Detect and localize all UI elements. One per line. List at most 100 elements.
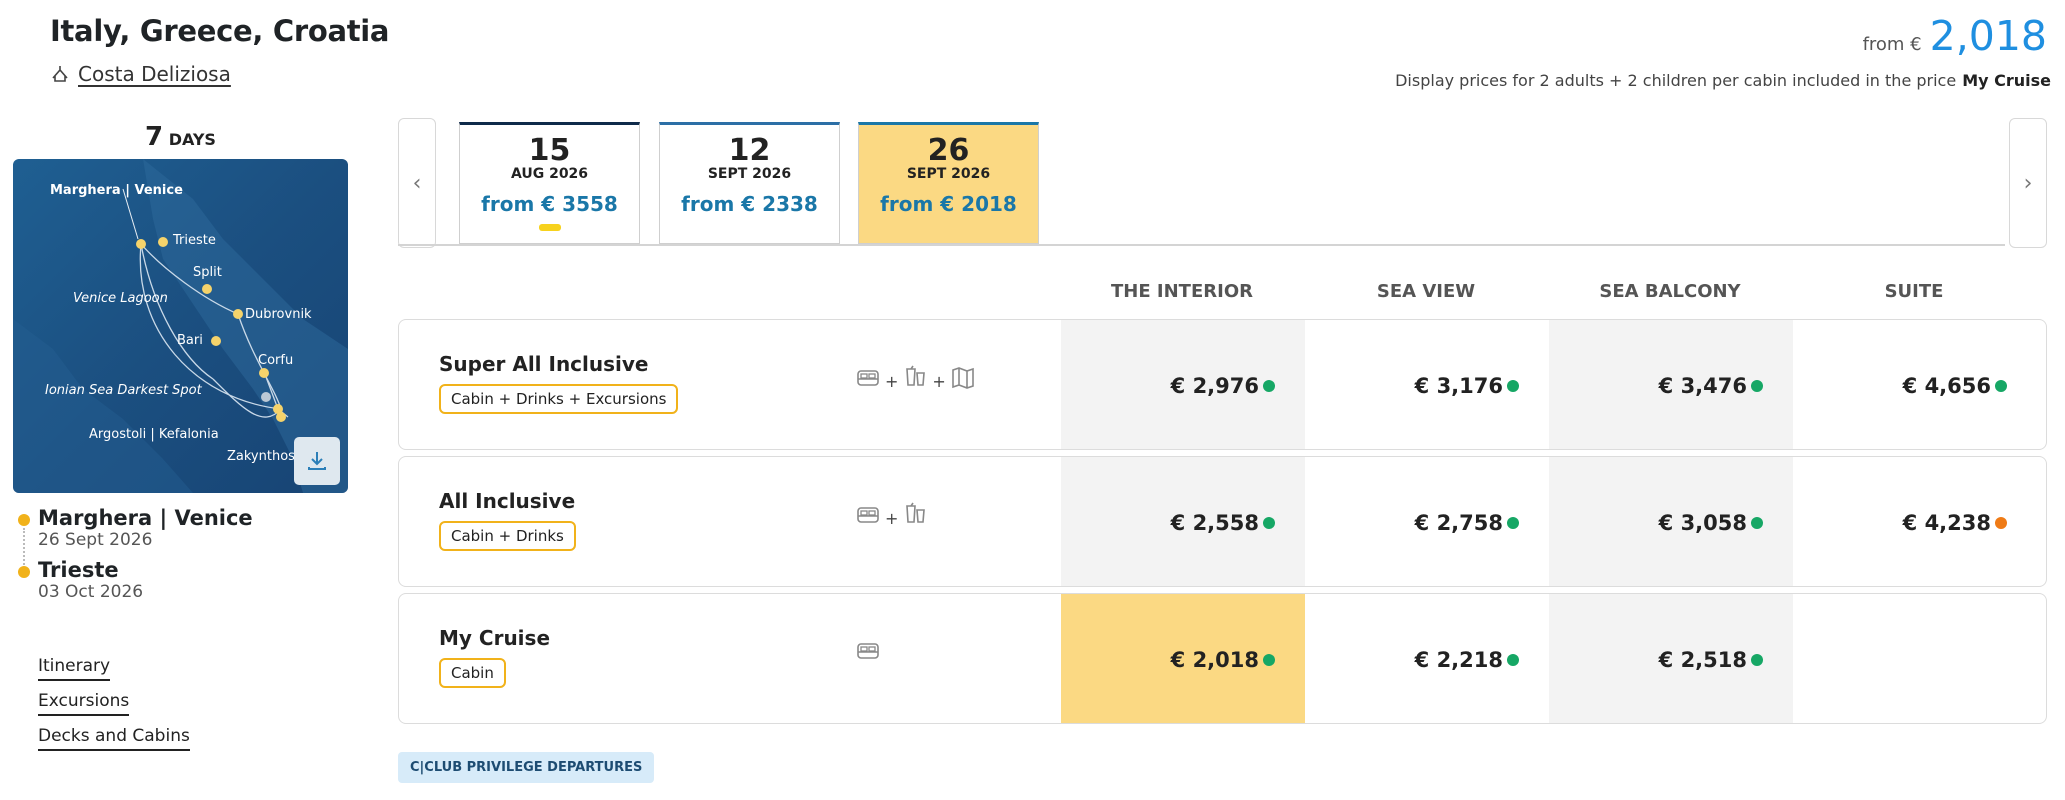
ship-name: Costa Deliziosa	[78, 62, 231, 86]
date-day: 26	[927, 133, 970, 168]
prev-dates-button[interactable]: ‹	[398, 118, 436, 248]
date-price: from € 3558	[481, 192, 618, 216]
map-label-split: Split	[193, 265, 222, 280]
price-value: € 3,476	[1658, 373, 1747, 398]
package-icons: +	[855, 501, 928, 528]
package-name: All Inclusive	[439, 489, 576, 513]
price-value: € 3,176	[1414, 373, 1503, 398]
drinks-icon	[906, 502, 926, 523]
package-tag: Cabin	[439, 658, 506, 688]
drinks-icon	[906, 365, 926, 386]
date-price: from € 2018	[880, 192, 1017, 216]
availability-dot	[1751, 654, 1763, 666]
plus-icon: +	[885, 372, 899, 391]
price-cell[interactable]: € 3,058	[1549, 457, 1793, 586]
price-cell[interactable]: € 2,518	[1549, 594, 1793, 723]
ship-link[interactable]: Costa Deliziosa	[50, 62, 231, 86]
club-indicator	[538, 224, 561, 231]
date-month: SEPT 2026	[707, 166, 792, 182]
price-cell[interactable]: € 2,218	[1305, 594, 1549, 723]
package-row-my-cruise: My Cruise Cabin € 2,018 € 2,218 € 2,518	[398, 593, 2047, 724]
tabs-divider	[398, 244, 2005, 246]
availability-dot-limited	[1995, 517, 2007, 529]
column-sea-view: SEA VIEW	[1376, 281, 1476, 302]
availability-dot	[1263, 380, 1275, 392]
availability-dot	[1751, 380, 1763, 392]
price-cell[interactable]: € 2,558	[1061, 457, 1305, 586]
package-icons	[855, 638, 881, 664]
next-dates-button[interactable]: ›	[2009, 118, 2047, 248]
price-note: Display prices for 2 adults + 2 children…	[1395, 71, 2051, 90]
date-tab[interactable]: 12 SEPT 2026 from € 2338	[659, 122, 840, 244]
link-decks-cabins[interactable]: Decks and Cabins	[38, 726, 190, 751]
itinerary-map[interactable]: Marghera | Venice Trieste Split Venice L…	[13, 159, 348, 493]
port-date: 26 Sept 2026	[38, 530, 153, 550]
price-value: € 2,018	[1170, 647, 1259, 672]
availability-dot	[1507, 654, 1519, 666]
cruise-duration: 7 DAYS	[13, 122, 348, 152]
port-dot	[18, 514, 30, 526]
date-month: SEPT 2026	[906, 166, 991, 182]
column-sea-balcony: SEA BALCONY	[1599, 281, 1741, 302]
package-icons: + +	[855, 364, 976, 391]
chevron-right-icon: ›	[2023, 170, 2033, 196]
ports-list: Marghera | Venice 26 Sept 2026 Trieste 0…	[18, 506, 253, 610]
package-tag: Cabin + Drinks	[439, 521, 576, 551]
price-note-package: My Cruise	[1962, 71, 2051, 90]
port-name: Marghera | Venice	[38, 506, 253, 530]
days-number: 7	[145, 122, 164, 152]
download-icon	[308, 452, 326, 470]
price-value: € 2,558	[1170, 510, 1259, 535]
date-tab-selected[interactable]: 26 SEPT 2026 from € 2018	[858, 122, 1039, 244]
excursion-map-icon	[952, 366, 974, 389]
date-day: 15	[528, 133, 571, 168]
port-dot	[18, 566, 30, 578]
price-value: € 2,976	[1170, 373, 1259, 398]
price-cell[interactable]: € 4,238	[1793, 457, 2037, 586]
days-label: DAYS	[168, 130, 216, 149]
price-cell[interactable]: € 2,976	[1061, 320, 1305, 449]
plus-icon: +	[932, 372, 946, 391]
ship-icon	[52, 66, 68, 82]
map-download-button[interactable]	[294, 437, 340, 485]
price-cell[interactable]: € 4,656	[1793, 320, 2037, 449]
cruise-title: Italy, Greece, Croatia	[50, 14, 390, 48]
price-cell-selected[interactable]: € 2,018	[1061, 594, 1305, 723]
column-suite: SUITE	[1884, 281, 1944, 302]
port-date: 03 Oct 2026	[38, 582, 144, 602]
package-tag: Cabin + Drinks + Excursions	[439, 384, 679, 414]
availability-dot	[1263, 654, 1275, 666]
map-label-zakynthos: Zakynthos	[227, 449, 295, 464]
price-value: € 4,656	[1902, 373, 1991, 398]
package-row-super-all-inclusive: Super All Inclusive Cabin + Drinks + Exc…	[398, 319, 2047, 450]
price-value: € 4,238	[1902, 510, 1991, 535]
cabin-bed-icon	[857, 506, 879, 523]
price-value: € 3,058	[1658, 510, 1747, 535]
price-cell[interactable]: € 2,758	[1305, 457, 1549, 586]
availability-dot	[1507, 517, 1519, 529]
from-label: from €	[1862, 34, 1922, 55]
price-cell[interactable]: € 3,176	[1305, 320, 1549, 449]
price-value: € 2,518	[1658, 647, 1747, 672]
port-end: Trieste 03 Oct 2026	[18, 558, 253, 602]
package-name: Super All Inclusive	[439, 352, 649, 376]
map-label-lagoon: Venice Lagoon	[73, 291, 168, 306]
club-privilege-badge: C|CLUB PRIVILEGE DEPARTURES	[398, 752, 655, 783]
from-price-value: 2,018	[1929, 12, 2047, 60]
price-value: € 2,758	[1414, 510, 1503, 535]
date-tab[interactable]: 15 AUG 2026 from € 3558	[459, 122, 640, 244]
availability-dot	[1751, 517, 1763, 529]
price-cell-empty	[1793, 594, 2037, 723]
date-month: AUG 2026	[510, 166, 589, 182]
port-name: Trieste	[38, 558, 119, 582]
link-excursions[interactable]: Excursions	[38, 691, 130, 716]
price-cell[interactable]: € 3,476	[1549, 320, 1793, 449]
package-name: My Cruise	[439, 626, 551, 650]
availability-dot	[1507, 380, 1519, 392]
map-label-ionian: Ionian Sea Darkest Spot	[45, 383, 202, 398]
link-itinerary[interactable]: Itinerary	[38, 656, 111, 681]
chevron-left-icon: ‹	[412, 170, 422, 196]
map-label-start: Marghera | Venice	[50, 183, 183, 198]
package-row-all-inclusive: All Inclusive Cabin + Drinks + € 2,558 €…	[398, 456, 2047, 587]
plus-icon: +	[885, 509, 899, 528]
